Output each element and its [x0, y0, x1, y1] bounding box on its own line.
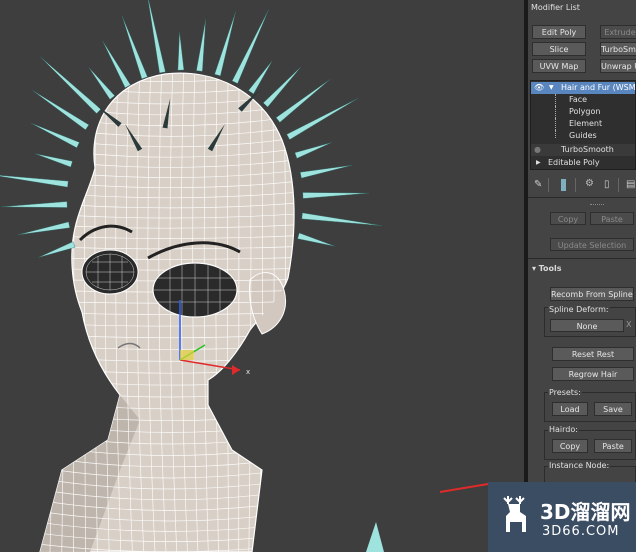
stack-item-label: Face — [569, 95, 588, 104]
deer-logo-icon — [503, 496, 526, 532]
watermark-url: 3D66.COM — [542, 524, 620, 539]
presets-label: Presets: — [548, 388, 582, 397]
hairdo-copy-button[interactable]: Copy — [552, 439, 588, 453]
uvw-map-button[interactable]: UVW Map — [532, 59, 586, 73]
hair-spike — [38, 241, 76, 258]
hairdo-paste-button[interactable]: Paste — [594, 439, 632, 453]
presets-load-button[interactable]: Load — [552, 402, 588, 416]
hairdo-label: Hairdo: — [548, 425, 579, 434]
pin-stack-icon[interactable]: ✎ — [534, 179, 542, 190]
hair-spike — [0, 175, 69, 188]
extrude-button[interactable]: Extrude — [600, 25, 636, 39]
recomb-from-splines-button[interactable]: Recomb From Splines — [550, 287, 634, 301]
bulb-icon[interactable]: ● — [534, 144, 541, 156]
stack-item-label: Guides — [569, 131, 597, 140]
expand-arrow-icon[interactable]: ▶ — [536, 157, 541, 169]
watermark: 3D溜溜网 3D66.COM — [488, 482, 636, 552]
right-eye — [152, 262, 238, 318]
stack-item-guides[interactable]: Guides — [531, 130, 635, 142]
command-panel: Modifier List Edit Poly Extrude Slice Tu… — [528, 0, 636, 552]
tools-rollout-header[interactable]: ▾ Tools — [532, 264, 561, 273]
tools-title: Tools — [538, 264, 562, 273]
stack-item-face[interactable]: Face — [531, 94, 635, 106]
stack-item-hair-and-fur[interactable]: 👁 ▼ Hair and Fur (WSM) — [531, 82, 636, 94]
spline-deform-none-button[interactable]: None — [550, 319, 624, 332]
hair-spike — [147, 0, 166, 74]
selection-copy-button[interactable]: Copy — [550, 212, 586, 225]
stack-item-element[interactable]: Element — [531, 118, 635, 130]
hair-spike — [121, 15, 148, 80]
hair-spike — [177, 32, 185, 71]
stack-item-editable-poly[interactable]: ▶ Editable Poly — [531, 157, 635, 169]
show-end-result-icon[interactable] — [561, 179, 566, 191]
hair-spike — [40, 56, 102, 114]
stack-item-label: TurboSmooth — [561, 145, 614, 154]
hair-spike — [302, 192, 369, 199]
reset-rest-button[interactable]: Reset Rest — [552, 347, 634, 361]
make-unique-icon[interactable]: ⚙ — [585, 178, 594, 189]
watermark-brand: 3D溜溜网 — [540, 500, 631, 524]
hair-spike — [196, 19, 206, 72]
hair-spike — [297, 232, 336, 247]
hair-spike — [102, 40, 131, 89]
turbosmooth-button[interactable]: TurboSmooth — [600, 42, 636, 56]
hair-spike — [214, 11, 236, 77]
edit-poly-button[interactable]: Edit Poly — [532, 25, 586, 39]
hair-spike — [294, 142, 332, 159]
hair-spike — [30, 122, 80, 149]
stack-toolbar: ✎ ⚙ ▯ ▤ — [528, 176, 636, 196]
hair-spike — [34, 153, 73, 168]
gizmo-x-label: x — [246, 368, 250, 376]
unwrap-uvw-button[interactable]: Unwrap UVW — [600, 59, 636, 73]
hair-spike — [262, 66, 302, 108]
regrow-hair-button[interactable]: Regrow Hair — [552, 367, 634, 381]
update-selection-button[interactable]: Update Selection — [550, 238, 634, 251]
stack-item-turbosmooth[interactable]: ● TurboSmooth — [531, 144, 635, 156]
stack-item-label: Editable Poly — [548, 158, 600, 167]
clear-spline-icon[interactable]: X — [626, 320, 631, 329]
hair-spike — [300, 165, 352, 179]
configure-sets-icon[interactable]: ▤ — [626, 179, 635, 190]
instance-node-label: Instance Node: — [548, 461, 611, 470]
hair-spike — [88, 67, 116, 100]
expand-arrow-icon[interactable]: ▼ — [549, 82, 554, 94]
head-model[interactable]: x — [0, 0, 524, 552]
eye-icon[interactable]: 👁 — [534, 82, 544, 94]
modifier-list-label: Modifier List — [531, 3, 580, 12]
viewport[interactable]: x — [0, 0, 524, 552]
hair-spike — [1, 201, 68, 208]
stack-item-polygon[interactable]: Polygon — [531, 106, 635, 118]
selection-paste-button[interactable]: Paste — [590, 212, 634, 225]
hair-spike — [18, 221, 70, 235]
stack-item-label: Polygon — [569, 107, 601, 116]
remove-modifier-icon[interactable]: ▯ — [604, 179, 610, 190]
modifier-stack[interactable]: 👁 ▼ Hair and Fur (WSM) Face Polygon Elem… — [530, 80, 636, 170]
hair-spike — [248, 60, 273, 95]
red-pointer-arrow — [439, 483, 489, 493]
presets-save-button[interactable]: Save — [594, 402, 632, 416]
slice-button[interactable]: Slice — [532, 42, 586, 56]
stack-item-label: Hair and Fur (WSM) — [561, 83, 636, 92]
hair-spike — [301, 212, 382, 226]
spline-deform-label: Spline Deform: — [548, 305, 610, 314]
left-eye — [81, 249, 139, 295]
stack-item-label: Element — [569, 119, 603, 128]
